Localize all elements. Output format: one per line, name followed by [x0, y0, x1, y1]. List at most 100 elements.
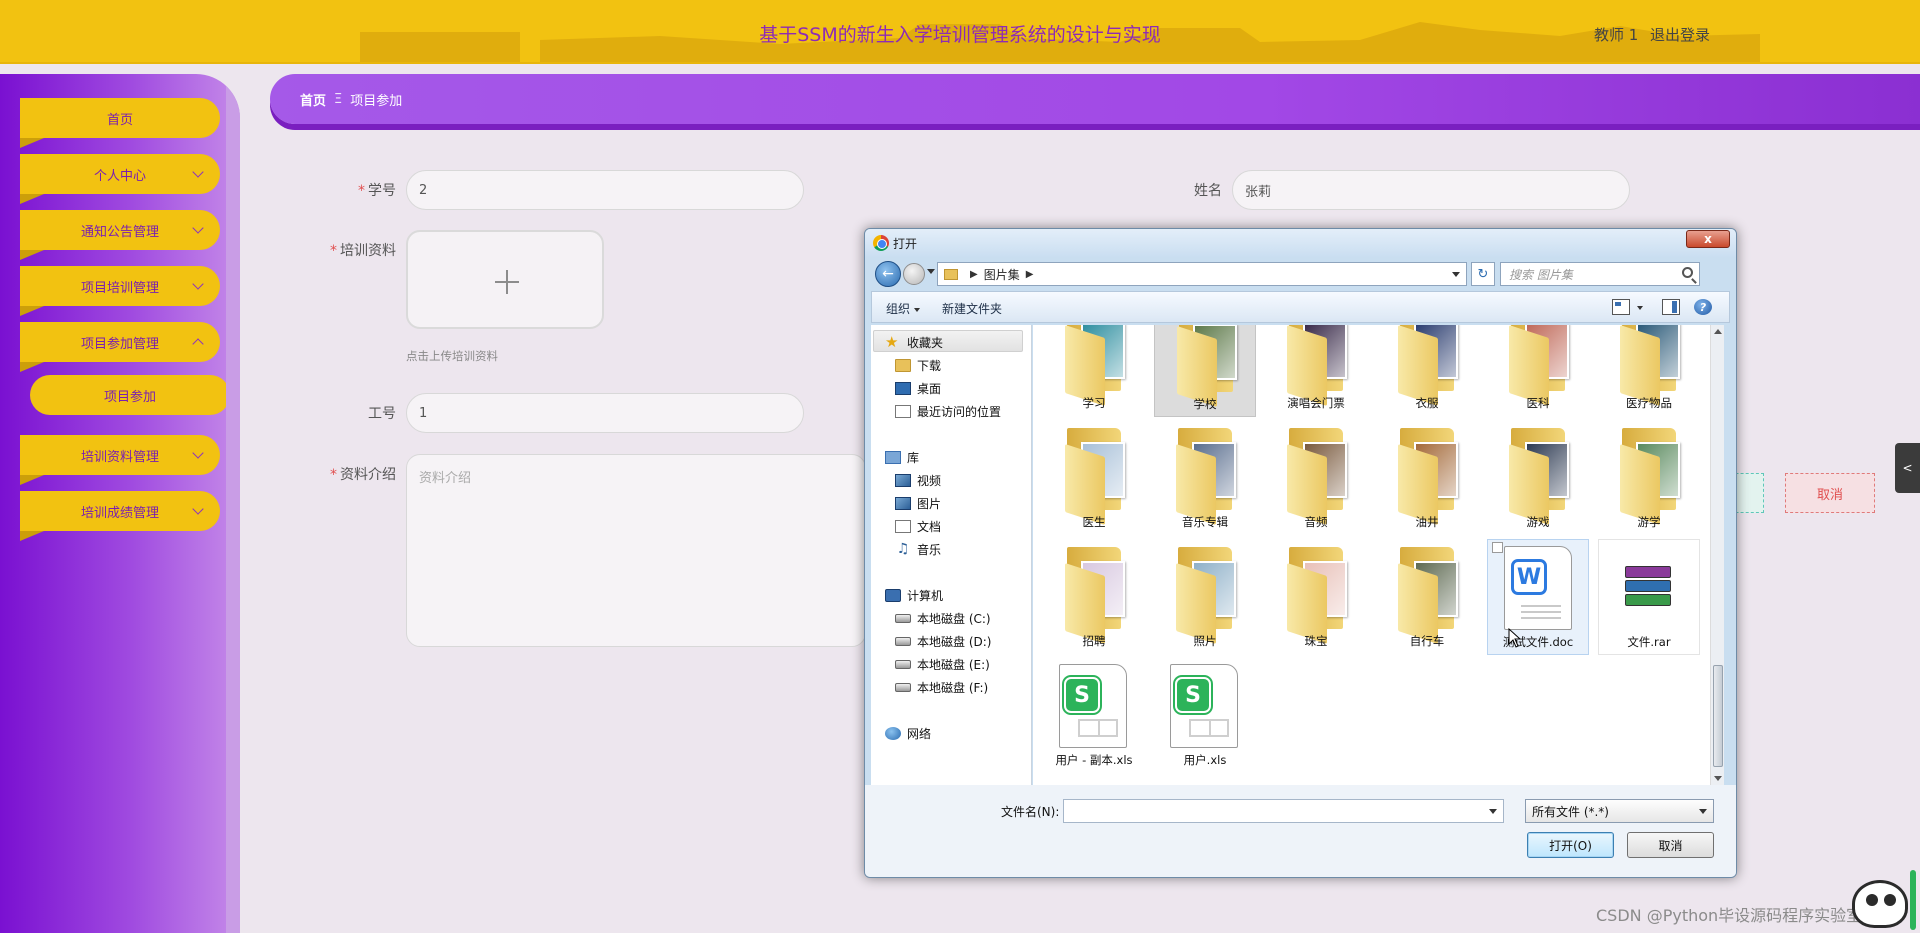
scroll-up-icon[interactable] — [1714, 329, 1722, 334]
folder-item[interactable]: 招聘 — [1043, 539, 1145, 655]
scroll-down-icon[interactable] — [1714, 776, 1722, 781]
name-field[interactable]: 张莉 — [1232, 170, 1630, 210]
sidebar-item-home[interactable]: 首页 — [20, 98, 220, 148]
address-dropdown-icon[interactable] — [1452, 272, 1460, 277]
nav-videos[interactable]: 视频 — [895, 472, 941, 489]
file-name: 音乐专辑 — [1182, 515, 1228, 529]
sidebar-item-training-score-management[interactable]: 培训成绩管理 — [20, 491, 220, 541]
nav-recent[interactable]: 最近访问的位置 — [895, 403, 1001, 420]
work-no-field[interactable]: 1 — [406, 393, 804, 433]
folder-icon — [1398, 428, 1458, 525]
sidebar-item-label: 培训资料管理 — [80, 449, 159, 465]
nav-network[interactable]: 网络 — [885, 725, 931, 742]
file-list-scrollbar[interactable] — [1710, 325, 1724, 785]
view-dropdown-icon[interactable] — [1636, 299, 1646, 315]
forward-arrow-icon[interactable] — [903, 263, 925, 285]
upload-material-button[interactable] — [406, 230, 604, 329]
folder-item[interactable]: 油井 — [1376, 420, 1478, 536]
nav-drive-c[interactable]: 本地磁盘 (C:) — [895, 610, 991, 627]
folder-item[interactable]: 医生 — [1043, 420, 1145, 536]
sidebar-item-training-material-management[interactable]: 培训资料管理 — [20, 435, 220, 485]
rar-book — [1625, 566, 1671, 578]
nav-documents[interactable]: 文档 — [895, 518, 941, 535]
folder-item[interactable]: 游戏 — [1487, 420, 1589, 536]
view-options-icon[interactable] — [1612, 299, 1630, 315]
nav-label: 本地磁盘 (F:) — [917, 681, 989, 695]
nav-drive-d[interactable]: 本地磁盘 (D:) — [895, 633, 991, 650]
folder-item[interactable]: 照片 — [1154, 539, 1256, 655]
select-checkbox[interactable] — [1492, 542, 1503, 553]
header-bar: 基于SSM的新生入学培训管理系统的设计与实现 教师 1 退出登录 — [0, 0, 1920, 64]
form-cancel-button[interactable]: 取消 — [1785, 473, 1875, 513]
address-path[interactable]: 图片集 — [984, 266, 1020, 283]
help-icon[interactable]: ? — [1694, 299, 1712, 315]
filetype-select[interactable]: 所有文件 (*.*) — [1525, 799, 1714, 823]
sidebar-item-personal-center[interactable]: 个人中心 — [20, 154, 220, 204]
search-input[interactable]: 搜索 图片集 — [1500, 262, 1700, 286]
new-folder-button[interactable]: 新建文件夹 — [942, 300, 1002, 317]
document-icon — [895, 520, 911, 533]
nav-desktop[interactable]: 桌面 — [895, 380, 941, 397]
folder-item[interactable]: 音频 — [1265, 420, 1367, 536]
address-bar[interactable]: ▶ 图片集 ▶ — [937, 262, 1467, 286]
nav-label: 视频 — [917, 474, 942, 488]
dialog-close-button[interactable]: x — [1686, 230, 1730, 248]
search-icon — [1682, 267, 1693, 278]
breadcrumb-home[interactable]: 首页 — [300, 90, 326, 109]
sidebar-item-project-training-management[interactable]: 项目培训管理 — [20, 266, 220, 316]
file-item[interactable]: 文件.rar — [1598, 539, 1700, 655]
folder-item[interactable]: 自行车 — [1376, 539, 1478, 655]
file-item[interactable]: S 用户 - 副本.xls — [1043, 658, 1145, 774]
file-item[interactable]: W 测试文件.doc — [1487, 539, 1589, 655]
nav-pictures[interactable]: 图片 — [895, 495, 941, 512]
student-no-field[interactable]: 2 — [406, 170, 804, 210]
word-badge-icon: W — [1511, 559, 1547, 595]
dialog-cancel-button[interactable]: 取消 — [1627, 832, 1714, 858]
folder-item[interactable]: 衣服 — [1376, 325, 1478, 417]
chevron-up-icon — [192, 338, 204, 350]
chevron-down-icon — [192, 447, 204, 459]
side-collapse-tab[interactable]: < — [1895, 443, 1920, 493]
nav-label: 下载 — [917, 359, 942, 373]
intro-textarea[interactable]: 资料介绍 — [406, 454, 866, 647]
folder-item[interactable]: 音乐专辑 — [1154, 420, 1256, 536]
nav-computer[interactable]: 计算机 — [885, 587, 943, 604]
nav-library[interactable]: 库 — [885, 449, 919, 466]
folder-item[interactable]: 学习 — [1043, 325, 1145, 417]
nav-favorites[interactable]: ★ 收藏夹 — [885, 334, 943, 351]
sidebar-item-project-participation-management[interactable]: 项目参加管理 — [20, 322, 220, 372]
preview-pane-icon[interactable] — [1662, 299, 1680, 315]
file-item[interactable]: S 用户.xls — [1154, 658, 1256, 774]
logout-link[interactable]: 退出登录 — [1650, 24, 1710, 45]
folder-item[interactable]: 学校 — [1154, 325, 1256, 417]
folder-item[interactable]: 珠宝 — [1265, 539, 1367, 655]
nav-drive-f[interactable]: 本地磁盘 (F:) — [895, 679, 988, 696]
history-dropdown-icon[interactable] — [927, 269, 935, 274]
nav-label: 库 — [907, 451, 920, 465]
folder-icon-part — [1509, 325, 1549, 406]
folder-item[interactable]: 游学 — [1598, 420, 1700, 536]
folder-icon-part — [1620, 325, 1660, 406]
label-text: 学号 — [368, 183, 396, 199]
refresh-icon[interactable]: ↻ — [1471, 262, 1495, 286]
folder-item[interactable]: 医科 — [1487, 325, 1589, 417]
open-button[interactable]: 打开(O) — [1527, 832, 1614, 858]
sidebar-subitem-project-participation[interactable]: 项目参加 — [30, 375, 230, 415]
grid-icon — [1189, 719, 1229, 737]
folder-icon — [1287, 547, 1347, 644]
spreadsheet-badge-icon: S — [1064, 677, 1100, 713]
nav-music[interactable]: ♫ 音乐 — [895, 541, 941, 558]
filename-input[interactable] — [1063, 799, 1504, 823]
back-arrow-icon[interactable]: ← — [875, 261, 901, 287]
folder-icon — [1509, 325, 1569, 406]
organize-button[interactable]: 组织 — [886, 300, 921, 317]
nav-downloads[interactable]: 下载 — [895, 357, 941, 374]
folder-item[interactable]: 演唱会门票 — [1265, 325, 1367, 417]
nav-drive-e[interactable]: 本地磁盘 (E:) — [895, 656, 990, 673]
folder-item[interactable]: 医疗物品 — [1598, 325, 1700, 417]
file-name: 自行车 — [1409, 634, 1445, 648]
sidebar-item-notice-management[interactable]: 通知公告管理 — [20, 210, 220, 260]
recent-places-icon — [895, 405, 911, 418]
filename-dropdown-icon[interactable] — [1489, 809, 1497, 814]
scrollbar-thumb[interactable] — [1713, 665, 1723, 767]
